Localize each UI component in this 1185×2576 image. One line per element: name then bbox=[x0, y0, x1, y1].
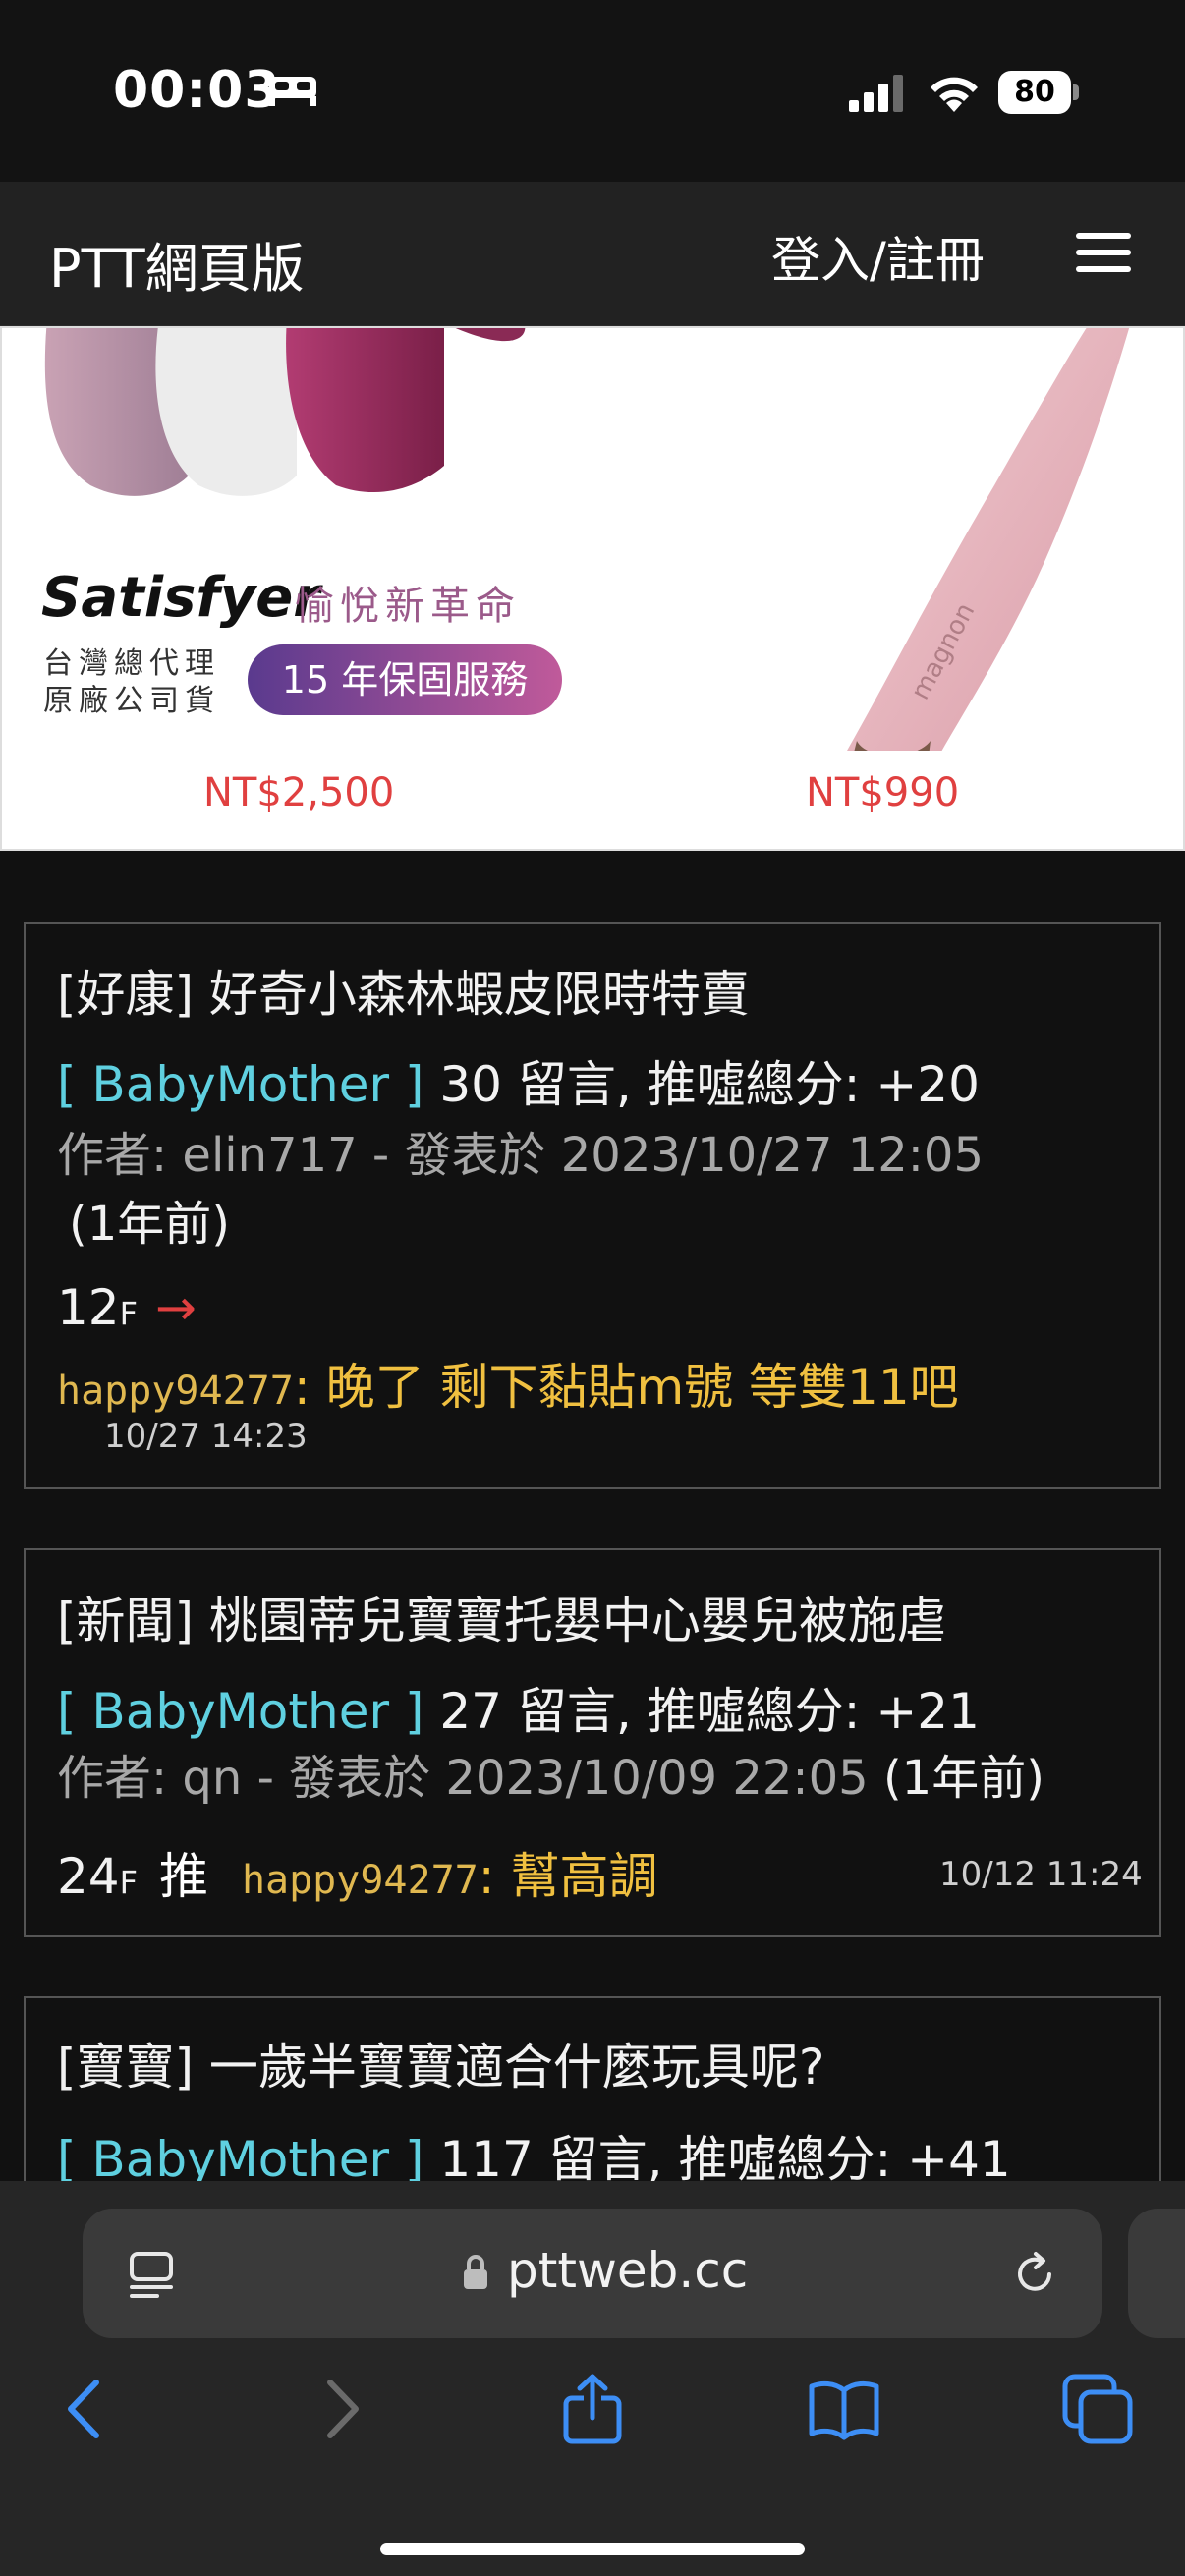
comment-time: 10/12 11:24 bbox=[939, 1855, 1143, 1894]
advertisement-banner[interactable]: magnon Satisfyer 愉悅新革命 台灣總代理 原廠公司貨 15 年保… bbox=[0, 326, 1185, 851]
ad-price-right[interactable]: NT$990 bbox=[806, 770, 959, 815]
forward-icon[interactable] bbox=[305, 2373, 377, 2445]
comment-summary: 27 留言, 推噓總分: +21 bbox=[439, 1683, 980, 1740]
post-title[interactable]: [好康] 好奇小森林蝦皮限時特賣 bbox=[57, 955, 750, 1026]
comment-floor: 12F → bbox=[57, 1279, 197, 1336]
share-icon[interactable] bbox=[556, 2373, 629, 2445]
post-age: (1年前) bbox=[882, 1751, 1044, 1806]
commenter-id[interactable]: happy94277 bbox=[57, 1369, 294, 1414]
post-author-line: 作者: qn - 發表於 2023/10/09 22:05 (1年前) bbox=[57, 1751, 1044, 1806]
bookmarks-icon[interactable] bbox=[808, 2373, 880, 2445]
home-indicator[interactable] bbox=[380, 2543, 805, 2555]
board-tag[interactable]: [ BabyMother ] bbox=[57, 1056, 423, 1113]
battery-level: 80 bbox=[998, 71, 1071, 114]
comment-text: : 晚了 剩下黏貼m號 等雙11吧 bbox=[293, 1359, 959, 1416]
ad-brand-name: Satisfyer bbox=[41, 566, 320, 630]
ad-warranty-badge: 15 年保固服務 bbox=[248, 644, 562, 715]
ad-slogan: 愉悅新革命 bbox=[295, 584, 521, 629]
wifi-icon bbox=[931, 77, 978, 112]
tabs-icon[interactable] bbox=[1061, 2373, 1134, 2445]
cellular-signal-icon bbox=[849, 75, 903, 112]
post-title[interactable]: [新聞] 桃園蒂兒寶寶托嬰中心嬰兒被施虐 bbox=[57, 1582, 946, 1652]
post-title[interactable]: [寶寶] 一歲半寶寶適合什麼玩具呢? bbox=[57, 2028, 824, 2099]
post-age: (1年前) bbox=[69, 1197, 230, 1252]
lock-icon bbox=[464, 2255, 487, 2289]
browser-toolbar: pttweb.cc bbox=[0, 2181, 1185, 2576]
push-tag: 推 bbox=[159, 1848, 209, 1905]
post-card[interactable]: [新聞] 桃園蒂兒寶寶托嬰中心嬰兒被施虐 [ BabyMother ] 27 留… bbox=[24, 1548, 1161, 1937]
ad-price-left[interactable]: NT$2,500 bbox=[203, 770, 394, 815]
comment-line: 24F 推 happy94277: 幫高調 bbox=[57, 1848, 658, 1905]
site-brand-link[interactable]: PTT網頁版 bbox=[49, 225, 305, 303]
battery-icon: 80 bbox=[998, 71, 1079, 114]
status-time: 00:03 bbox=[113, 61, 281, 120]
comment-time: 10/27 14:23 bbox=[104, 1417, 308, 1456]
post-card[interactable]: [好康] 好奇小森林蝦皮限時特賣 [ BabyMother ] 30 留言, 推… bbox=[24, 922, 1161, 1489]
address-bar[interactable]: pttweb.cc bbox=[83, 2209, 1102, 2338]
post-author-line: 作者: elin717 - 發表於 2023/10/27 12:05 bbox=[57, 1128, 985, 1183]
board-tag[interactable]: [ BabyMother ] bbox=[57, 1683, 423, 1740]
neutral-arrow-icon: → bbox=[155, 1279, 197, 1336]
comment-line: happy94277: 晚了 剩下黏貼m號 等雙11吧 bbox=[57, 1348, 959, 1419]
hamburger-menu-icon[interactable] bbox=[1076, 233, 1131, 276]
status-bar: 00:03 80 bbox=[0, 0, 1185, 182]
comment-summary: 117 留言, 推噓總分: +41 bbox=[439, 2131, 1011, 2188]
post-meta: [ BabyMother ] 30 留言, 推噓總分: +20 bbox=[57, 1045, 980, 1116]
comment-text: : 幫高調 bbox=[478, 1848, 658, 1905]
login-register-link[interactable]: 登入/註冊 bbox=[771, 221, 985, 292]
back-icon[interactable] bbox=[49, 2373, 122, 2445]
reader-mode-icon[interactable] bbox=[128, 2250, 175, 2301]
next-tab-preview[interactable] bbox=[1128, 2209, 1185, 2338]
url-text[interactable]: pttweb.cc bbox=[507, 2242, 748, 2299]
commenter-id[interactable]: happy94277 bbox=[242, 1858, 479, 1903]
board-tag[interactable]: [ BabyMother ] bbox=[57, 2131, 423, 2188]
ad-subtitle-line2: 原廠公司貨 bbox=[43, 684, 220, 718]
comment-summary: 30 留言, 推噓總分: +20 bbox=[439, 1056, 980, 1113]
site-header: PTT網頁版 登入/註冊 bbox=[0, 182, 1185, 326]
reload-icon[interactable] bbox=[1010, 2250, 1059, 2299]
post-meta: [ BabyMother ] 27 留言, 推噓總分: +21 bbox=[57, 1672, 980, 1743]
sleep-focus-icon bbox=[269, 77, 316, 106]
